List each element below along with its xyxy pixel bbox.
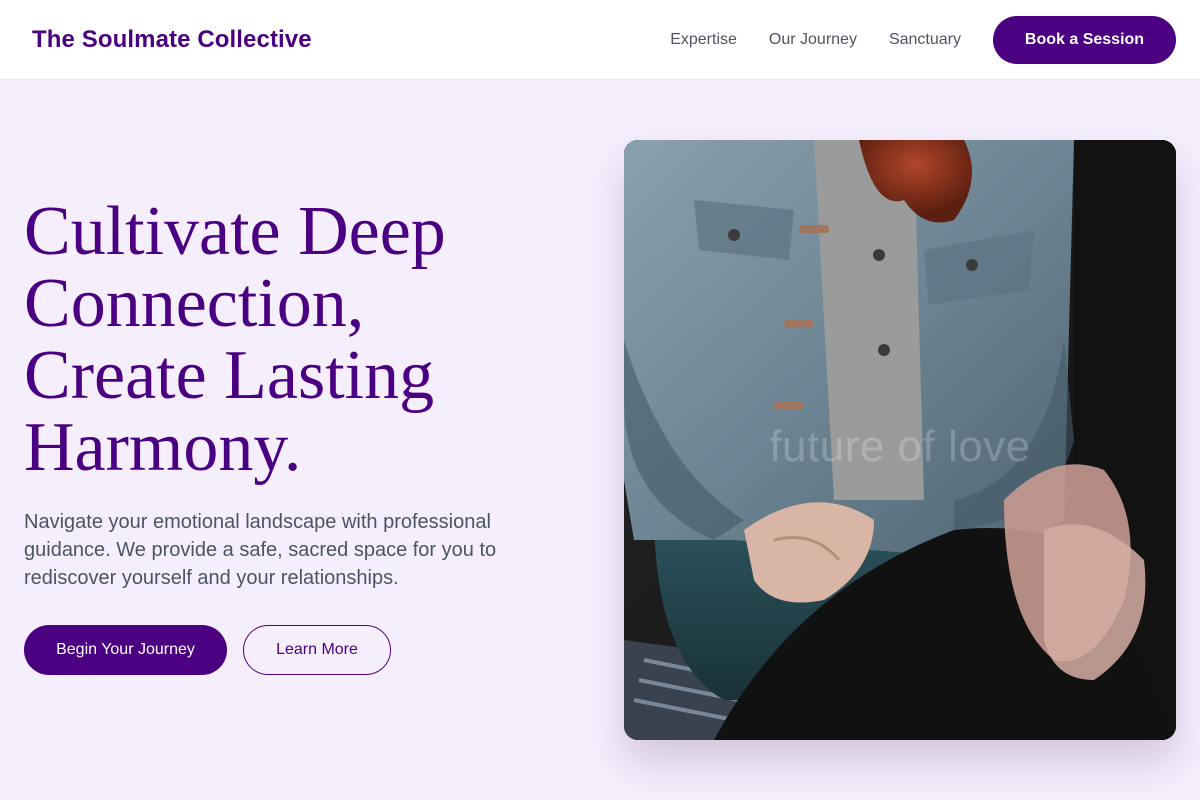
- site-header: The Soulmate Collective Expertise Our Jo…: [0, 0, 1200, 80]
- hero-title: Cultivate Deep Connection, Create Lastin…: [24, 196, 584, 484]
- image-watermark: future of love: [769, 422, 1031, 471]
- hero-title-line: Cultivate Deep: [24, 193, 446, 270]
- hero-actions: Begin Your Journey Learn More: [24, 625, 584, 675]
- book-session-button[interactable]: Book a Session: [993, 15, 1176, 64]
- hero-title-line: Create Lasting: [24, 337, 435, 414]
- brand-logo[interactable]: The Soulmate Collective: [32, 26, 312, 54]
- nav-link-our-journey[interactable]: Our Journey: [769, 31, 857, 49]
- nav-link-expertise[interactable]: Expertise: [670, 31, 737, 49]
- learn-more-button[interactable]: Learn More: [243, 625, 391, 675]
- nav-link-sanctuary[interactable]: Sanctuary: [889, 31, 961, 49]
- hero-photo: future of love: [624, 140, 1176, 740]
- main-nav: Expertise Our Journey Sanctuary Book a S…: [670, 15, 1176, 64]
- hero-description: Navigate your emotional landscape with p…: [24, 511, 497, 589]
- hero-title-line: Harmony.: [24, 409, 302, 486]
- hero-title-line: Connection,: [24, 265, 365, 342]
- begin-journey-button[interactable]: Begin Your Journey: [24, 625, 227, 675]
- hero-content: Cultivate Deep Connection, Create Lastin…: [24, 196, 584, 675]
